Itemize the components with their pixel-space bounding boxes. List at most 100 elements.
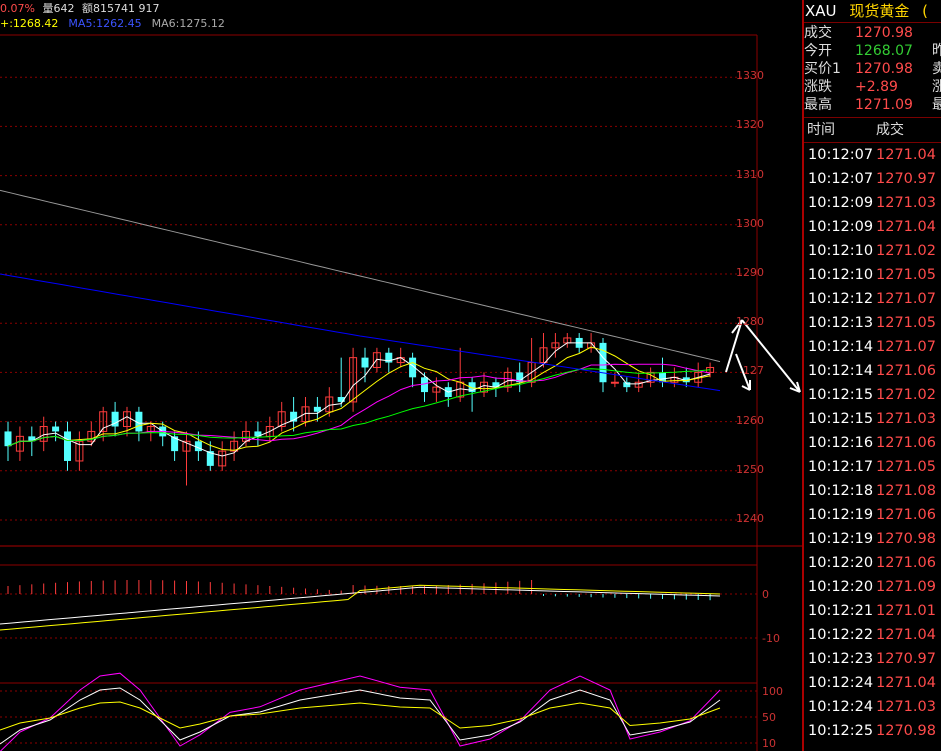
symbol-code: XAU: [805, 2, 837, 20]
trades-col-time: 时间: [807, 122, 835, 138]
trade-time: 10:12:19: [808, 531, 874, 547]
trade-row[interactable]: 10:12:14 1271.06: [804, 359, 941, 383]
trade-time: 10:12:22: [808, 627, 874, 643]
price-tick-label: 1310: [736, 167, 764, 181]
trade-time: 10:12:07: [808, 147, 874, 163]
trade-row[interactable]: 10:12:14 1271.07: [804, 335, 941, 359]
trade-time: 10:12:14: [808, 339, 874, 355]
trade-time: 10:12:23: [808, 651, 874, 667]
trade-price: 1270.97: [876, 171, 936, 187]
price-tick-label: 1280: [736, 315, 764, 329]
quote-label: 买价1: [804, 61, 841, 77]
trade-price: 1271.04: [876, 675, 936, 691]
trade-price: 1271.06: [876, 555, 936, 571]
quote-panel: XAU 现货黄金 ( 成交 1270.98 今开 1268.07 昨买价1 1270.98…: [802, 0, 941, 751]
trade-row[interactable]: 10:12:13 1271.05: [804, 311, 941, 335]
trade-row[interactable]: 10:12:20 1271.06: [804, 551, 941, 575]
quote-label: 成交: [804, 25, 832, 41]
trade-price: 1271.05: [876, 459, 936, 475]
quote-row: 涨跌 +2.89 涨: [804, 78, 941, 96]
trade-time: 10:12:16: [808, 435, 874, 451]
quote-summary: 成交 1270.98 今开 1268.07 昨买价1 1270.98 卖涨跌 +2.89 涨最高…: [804, 23, 941, 118]
trades-header: 时间 成交: [804, 118, 941, 143]
trade-row[interactable]: 10:12:24 1271.04: [804, 671, 941, 695]
price-tick-label: 1240: [736, 512, 764, 525]
candle-body: [194, 441, 202, 452]
trade-row[interactable]: 10:12:07 1270.97: [804, 167, 941, 191]
candle-body: [623, 382, 631, 388]
trade-price: 1270.97: [876, 651, 936, 667]
trade-row[interactable]: 10:12:09 1271.04: [804, 215, 941, 239]
trade-row[interactable]: 10:12:10 1271.05: [804, 263, 941, 287]
trade-row[interactable]: 10:12:20 1271.09: [804, 575, 941, 599]
price-tick-label: 1250: [736, 462, 764, 476]
kdj-d-line: [0, 701, 721, 731]
trade-price: 1271.05: [876, 267, 936, 283]
trade-time: 10:12:25: [808, 723, 874, 739]
macd-tick-label: -10: [762, 632, 780, 645]
trade-row[interactable]: 10:12:24 1271.03: [804, 695, 941, 719]
trade-price: 1271.06: [876, 363, 936, 379]
kdj-tick-label: 10: [762, 737, 776, 750]
trade-row[interactable]: 10:12:25 1270.98: [804, 719, 941, 743]
kline-chart[interactable]: 0 -10 100 50 10: [0, 0, 802, 751]
candle-body: [610, 381, 619, 384]
trade-price: 1271.06: [876, 435, 936, 451]
quote-value: 1268.07: [855, 43, 913, 59]
price-tick-label: 127: [743, 364, 764, 378]
trade-time: 10:12:15: [808, 387, 874, 403]
trade-row[interactable]: 10:12:21 1271.01: [804, 599, 941, 623]
ma-legend-item: +:1268.42: [0, 17, 59, 30]
trade-row[interactable]: 10:12:09 1271.03: [804, 191, 941, 215]
trade-time: 10:12:21: [808, 603, 874, 619]
trade-row[interactable]: 10:12:15 1271.02: [804, 383, 941, 407]
macd-tick-label: 0: [762, 588, 769, 601]
candle-body: [361, 357, 369, 368]
trade-price: 1271.04: [876, 627, 936, 643]
kdj-k-line: [0, 687, 721, 745]
trade-price: 1271.03: [876, 411, 936, 427]
trade-row[interactable]: 10:12:16 1271.06: [804, 431, 941, 455]
trade-time: 10:12:20: [808, 579, 874, 595]
trades-list[interactable]: 10:12:07 1271.04 10:12:07 1270.97 10:12:09 12…: [804, 143, 941, 743]
trade-time: 10:12:20: [808, 555, 874, 571]
trade-row[interactable]: 10:12:19 1270.98: [804, 527, 941, 551]
trade-price: 1271.08: [876, 483, 936, 499]
quote-label: 今开: [804, 43, 832, 59]
trade-price: 1271.04: [876, 219, 936, 235]
trade-time: 10:12:13: [808, 315, 874, 331]
quote-value: +2.89: [855, 79, 898, 95]
trade-row[interactable]: 10:12:12 1271.07: [804, 287, 941, 311]
trade-row[interactable]: 10:12:10 1271.02: [804, 239, 941, 263]
trade-time: 10:12:09: [808, 195, 874, 211]
trade-time: 10:12:10: [808, 267, 874, 283]
trade-price: 1271.01: [876, 603, 936, 619]
trade-row[interactable]: 10:12:22 1271.04: [804, 623, 941, 647]
trade-row[interactable]: 10:12:07 1271.04: [804, 143, 941, 167]
symbol-name: 现货黄金: [849, 2, 910, 20]
trade-row[interactable]: 10:12:17 1271.05: [804, 455, 941, 479]
candle-body: [52, 426, 60, 432]
trade-row[interactable]: 10:12:19 1271.06: [804, 503, 941, 527]
ma-legend-item: MA6:1275.12: [151, 17, 225, 30]
quote-row: 最高 1271.09 最: [804, 96, 941, 114]
quote-label-ext: 昨: [932, 43, 941, 59]
trade-row[interactable]: 10:12:15 1271.03: [804, 407, 941, 431]
kline-chart-panel[interactable]: 0 -10 100 50 10 0.07% 量642 额815741 917 +:126…: [0, 0, 802, 751]
symbol-name-ext: (: [922, 2, 928, 20]
trade-time: 10:12:24: [808, 675, 874, 691]
trade-price: 1270.98: [876, 723, 936, 739]
trade-time: 10:12:17: [808, 459, 874, 475]
trade-price: 1271.09: [876, 579, 936, 595]
trade-price: 1271.04: [876, 147, 936, 163]
trade-row[interactable]: 10:12:23 1270.97: [804, 647, 941, 671]
trade-price: 1271.05: [876, 315, 936, 331]
trades-col-price: 成交: [876, 122, 904, 138]
quote-row: 今开 1268.07 昨: [804, 42, 941, 60]
quote-label: 最高: [804, 97, 832, 113]
trade-time: 10:12:14: [808, 363, 874, 379]
price-tick-label: 1330: [736, 69, 764, 83]
trade-row[interactable]: 10:12:18 1271.08: [804, 479, 941, 503]
quote-row: 成交 1270.98: [804, 24, 941, 42]
quote-label-ext: 卖: [932, 61, 941, 77]
